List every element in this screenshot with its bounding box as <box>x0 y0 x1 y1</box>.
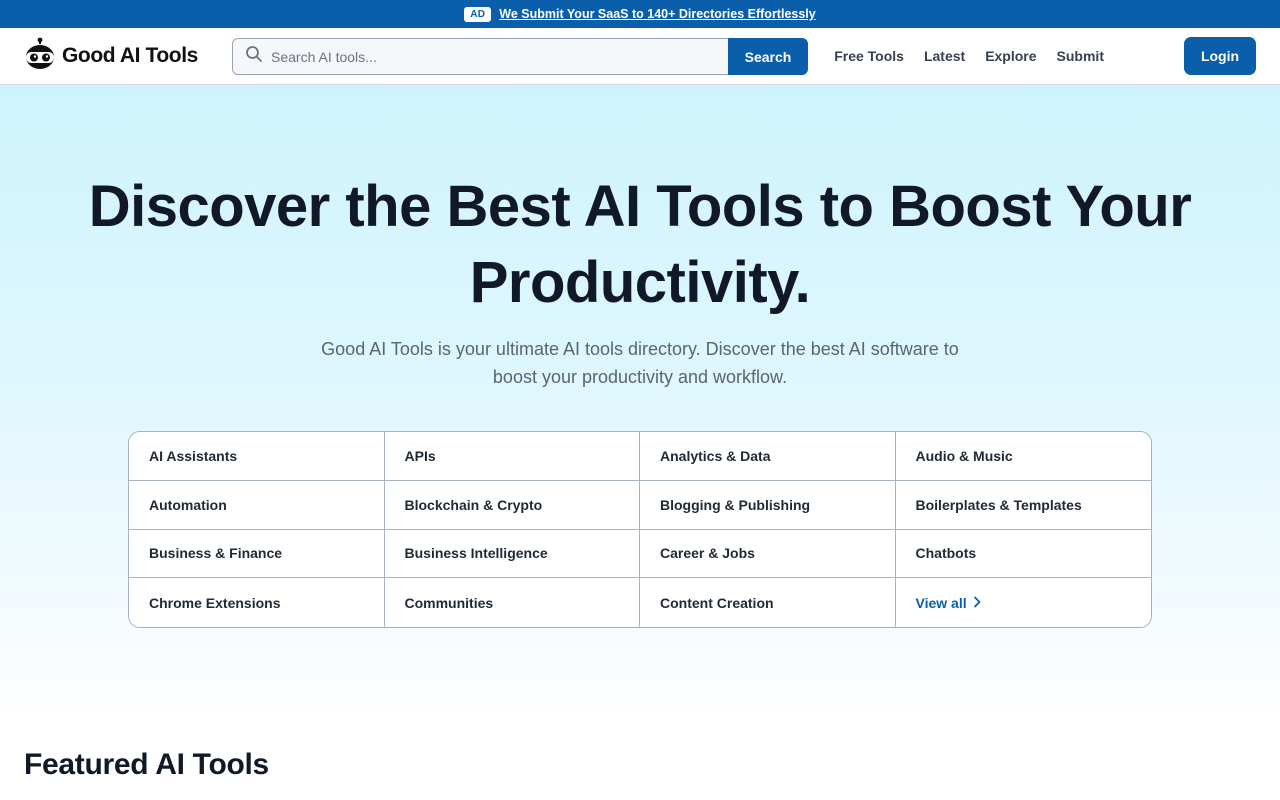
nav-submit[interactable]: Submit <box>1057 48 1104 64</box>
category-item[interactable]: Automation <box>129 480 385 530</box>
hero-section: Discover the Best AI Tools to Boost Your… <box>0 85 1280 725</box>
ad-banner: AD We Submit Your SaaS to 140+ Directori… <box>0 0 1280 28</box>
main-nav: Free Tools Latest Explore Submit <box>834 28 1104 84</box>
logo[interactable]: Good AI Tools <box>24 37 198 76</box>
category-item[interactable]: AI Assistants <box>129 432 385 481</box>
nav-explore[interactable]: Explore <box>985 48 1036 64</box>
category-item[interactable]: Analytics & Data <box>640 432 896 481</box>
site-header: Good AI Tools Search Free Tools Latest E… <box>0 28 1280 85</box>
category-item[interactable]: Career & Jobs <box>640 529 896 579</box>
robot-head-icon <box>24 37 56 76</box>
category-grid: AI Assistants APIs Analytics & Data Audi… <box>128 431 1152 628</box>
chevron-right-icon <box>973 595 981 611</box>
nav-free-tools[interactable]: Free Tools <box>834 48 904 64</box>
category-item[interactable]: Boilerplates & Templates <box>895 480 1151 530</box>
hero-subtitle: Good AI Tools is your ultimate AI tools … <box>321 339 959 387</box>
view-all-label: View all <box>915 594 967 611</box>
search-bar: Search <box>232 38 808 75</box>
category-item[interactable]: Audio & Music <box>895 432 1151 481</box>
search-box[interactable] <box>232 38 728 75</box>
category-item[interactable]: Chatbots <box>895 529 1151 579</box>
ad-link[interactable]: We Submit Your SaaS to 140+ Directories … <box>499 7 815 21</box>
view-all-link[interactable]: View all <box>895 578 1151 627</box>
category-item[interactable]: Blockchain & Crypto <box>384 480 640 530</box>
nav-latest[interactable]: Latest <box>924 48 965 64</box>
category-item[interactable]: Chrome Extensions <box>129 578 385 627</box>
featured-heading: Featured AI Tools <box>24 748 269 781</box>
hero-title: Discover the Best AI Tools to Boost Your… <box>88 174 1192 315</box>
search-icon <box>245 45 263 68</box>
logo-text: Good AI Tools <box>62 44 198 67</box>
ad-badge: AD <box>464 6 492 22</box>
category-item[interactable]: APIs <box>384 432 640 481</box>
search-button[interactable]: Search <box>728 38 808 75</box>
category-item[interactable]: Communities <box>384 578 640 627</box>
category-item[interactable]: Business & Finance <box>129 529 385 579</box>
login-button[interactable]: Login <box>1184 37 1256 75</box>
category-item[interactable]: Blogging & Publishing <box>640 480 896 530</box>
category-item[interactable]: Content Creation <box>640 578 896 627</box>
search-input[interactable] <box>263 48 728 65</box>
category-item[interactable]: Business Intelligence <box>384 529 640 579</box>
